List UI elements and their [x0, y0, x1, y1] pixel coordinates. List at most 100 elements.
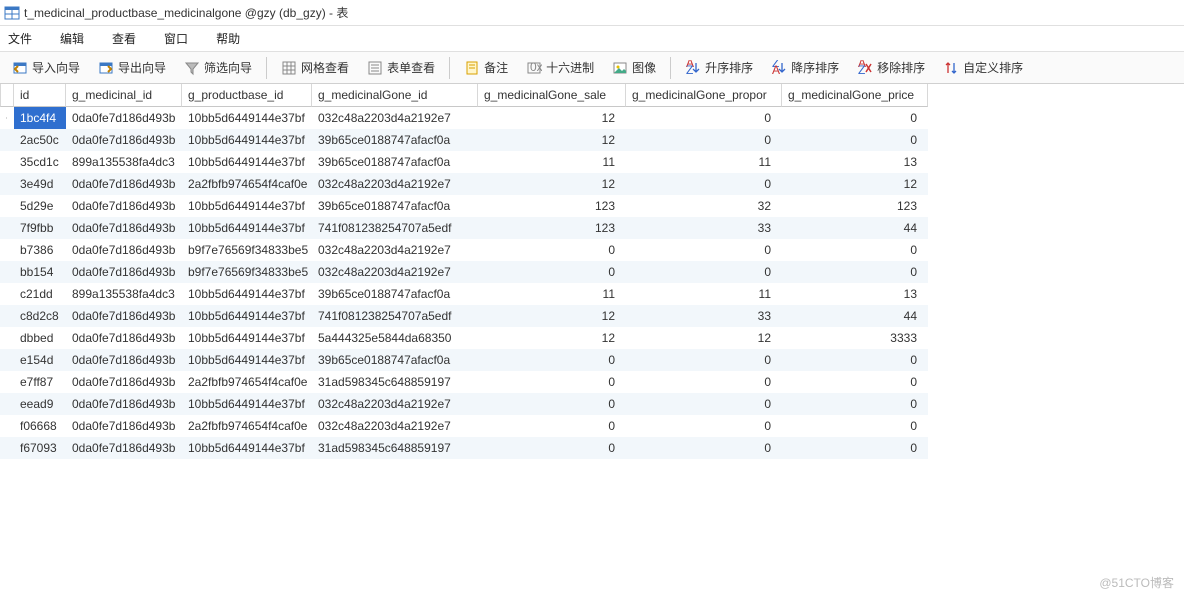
- table-cell[interactable]: 10bb5d6449144e37bf: [182, 349, 312, 371]
- row-indicator[interactable]: [0, 173, 14, 195]
- table-cell[interactable]: 0da0fe7d186d493b: [66, 349, 182, 371]
- column-header-g_productbase_id[interactable]: g_productbase_id: [182, 84, 312, 107]
- table-cell[interactable]: 39b65ce0188747afacf0a: [312, 129, 478, 151]
- table-cell[interactable]: 0da0fe7d186d493b: [66, 305, 182, 327]
- table-cell[interactable]: 0da0fe7d186d493b: [66, 239, 182, 261]
- table-cell[interactable]: 39b65ce0188747afacf0a: [312, 349, 478, 371]
- menu-view[interactable]: 查看: [112, 30, 136, 47]
- table-cell[interactable]: 12: [478, 173, 626, 195]
- table-cell[interactable]: 3e49d: [14, 173, 66, 195]
- row-indicator[interactable]: [0, 107, 14, 129]
- table-cell[interactable]: 3333: [782, 327, 928, 349]
- table-cell[interactable]: 32: [626, 195, 782, 217]
- table-cell[interactable]: 0: [478, 437, 626, 459]
- custom-sort-button[interactable]: 自定义排序: [937, 57, 1029, 78]
- table-cell[interactable]: 899a135538fa4dc3: [66, 151, 182, 173]
- table-cell[interactable]: 0da0fe7d186d493b: [66, 371, 182, 393]
- table-cell[interactable]: 0: [782, 239, 928, 261]
- table-cell[interactable]: 0: [626, 393, 782, 415]
- table-cell[interactable]: 0da0fe7d186d493b: [66, 107, 182, 129]
- table-cell[interactable]: 032c48a2203d4a2192e7: [312, 261, 478, 283]
- table-cell[interactable]: 0: [478, 393, 626, 415]
- table-cell[interactable]: 5d29e: [14, 195, 66, 217]
- column-header-g_medicinalGone_propor[interactable]: g_medicinalGone_propor: [626, 84, 782, 107]
- table-cell[interactable]: 123: [782, 195, 928, 217]
- table-cell[interactable]: 0: [626, 107, 782, 129]
- table-cell[interactable]: 39b65ce0188747afacf0a: [312, 151, 478, 173]
- table-cell[interactable]: b9f7e76569f34833be5: [182, 261, 312, 283]
- table-cell[interactable]: 032c48a2203d4a2192e7: [312, 415, 478, 437]
- table-cell[interactable]: 0da0fe7d186d493b: [66, 173, 182, 195]
- column-header-g_medicinalGone_id[interactable]: g_medicinalGone_id: [312, 84, 478, 107]
- table-cell[interactable]: 123: [478, 195, 626, 217]
- remove-sort-button[interactable]: AZ 移除排序: [851, 57, 931, 78]
- table-cell[interactable]: 0da0fe7d186d493b: [66, 437, 182, 459]
- table-cell[interactable]: 11: [478, 283, 626, 305]
- menu-file[interactable]: 文件: [8, 30, 32, 47]
- row-indicator[interactable]: [0, 129, 14, 151]
- table-cell[interactable]: 10bb5d6449144e37bf: [182, 283, 312, 305]
- memo-button[interactable]: 备注: [458, 57, 514, 78]
- table-cell[interactable]: 0da0fe7d186d493b: [66, 327, 182, 349]
- table-cell[interactable]: 0da0fe7d186d493b: [66, 415, 182, 437]
- table-cell[interactable]: 899a135538fa4dc3: [66, 283, 182, 305]
- table-cell[interactable]: 0: [782, 349, 928, 371]
- table-cell[interactable]: 12: [478, 305, 626, 327]
- table-cell[interactable]: 5a444325e5844da68350: [312, 327, 478, 349]
- table-cell[interactable]: 10bb5d6449144e37bf: [182, 129, 312, 151]
- table-cell[interactable]: 0: [626, 129, 782, 151]
- column-header-g_medicinal_id[interactable]: g_medicinal_id: [66, 84, 182, 107]
- table-cell[interactable]: 0: [782, 261, 928, 283]
- table-cell[interactable]: 032c48a2203d4a2192e7: [312, 173, 478, 195]
- row-indicator-header[interactable]: [0, 84, 14, 107]
- formview-button[interactable]: 表单查看: [361, 57, 441, 78]
- row-indicator[interactable]: [0, 327, 14, 349]
- row-indicator[interactable]: [0, 283, 14, 305]
- table-cell[interactable]: 10bb5d6449144e37bf: [182, 437, 312, 459]
- table-cell[interactable]: 0da0fe7d186d493b: [66, 129, 182, 151]
- table-cell[interactable]: 11: [626, 151, 782, 173]
- data-grid[interactable]: idg_medicinal_idg_productbase_idg_medici…: [0, 84, 1184, 597]
- table-cell[interactable]: 032c48a2203d4a2192e7: [312, 393, 478, 415]
- table-cell[interactable]: 10bb5d6449144e37bf: [182, 327, 312, 349]
- table-cell[interactable]: b9f7e76569f34833be5: [182, 239, 312, 261]
- image-button[interactable]: 图像: [606, 57, 662, 78]
- table-cell[interactable]: 032c48a2203d4a2192e7: [312, 107, 478, 129]
- menu-help[interactable]: 帮助: [216, 30, 240, 47]
- table-cell[interactable]: 0: [478, 349, 626, 371]
- table-cell[interactable]: 0da0fe7d186d493b: [66, 217, 182, 239]
- table-cell[interactable]: 44: [782, 217, 928, 239]
- table-cell[interactable]: 12: [626, 327, 782, 349]
- sort-desc-button[interactable]: ZA 降序排序: [765, 57, 845, 78]
- table-cell[interactable]: eead9: [14, 393, 66, 415]
- table-cell[interactable]: 0: [626, 415, 782, 437]
- table-cell[interactable]: 0: [478, 261, 626, 283]
- table-cell[interactable]: bb154: [14, 261, 66, 283]
- gridview-button[interactable]: 网格查看: [275, 57, 355, 78]
- table-cell[interactable]: 0: [626, 261, 782, 283]
- table-cell[interactable]: 2a2fbfb974654f4caf0e: [182, 371, 312, 393]
- table-cell[interactable]: dbbed: [14, 327, 66, 349]
- table-cell[interactable]: 0: [782, 129, 928, 151]
- table-cell[interactable]: f67093: [14, 437, 66, 459]
- table-cell[interactable]: 2a2fbfb974654f4caf0e: [182, 415, 312, 437]
- table-cell[interactable]: 12: [478, 327, 626, 349]
- hex-button[interactable]: 0x 十六进制: [520, 57, 600, 78]
- table-cell[interactable]: 33: [626, 305, 782, 327]
- table-cell[interactable]: 0: [782, 393, 928, 415]
- table-cell[interactable]: 1bc4f4: [14, 107, 66, 129]
- row-indicator[interactable]: [0, 261, 14, 283]
- import-wizard-button[interactable]: 导入向导: [6, 57, 86, 78]
- column-header-id[interactable]: id: [14, 84, 66, 107]
- menu-window[interactable]: 窗口: [164, 30, 188, 47]
- table-cell[interactable]: 31ad598345c648859197: [312, 371, 478, 393]
- table-cell[interactable]: c8d2c8: [14, 305, 66, 327]
- table-cell[interactable]: 123: [478, 217, 626, 239]
- sort-asc-button[interactable]: AZ 升序排序: [679, 57, 759, 78]
- table-cell[interactable]: 741f081238254707a5edf: [312, 305, 478, 327]
- row-indicator[interactable]: [0, 151, 14, 173]
- table-cell[interactable]: 0: [626, 349, 782, 371]
- table-cell[interactable]: 0da0fe7d186d493b: [66, 393, 182, 415]
- table-cell[interactable]: b7386: [14, 239, 66, 261]
- table-cell[interactable]: 7f9fbb: [14, 217, 66, 239]
